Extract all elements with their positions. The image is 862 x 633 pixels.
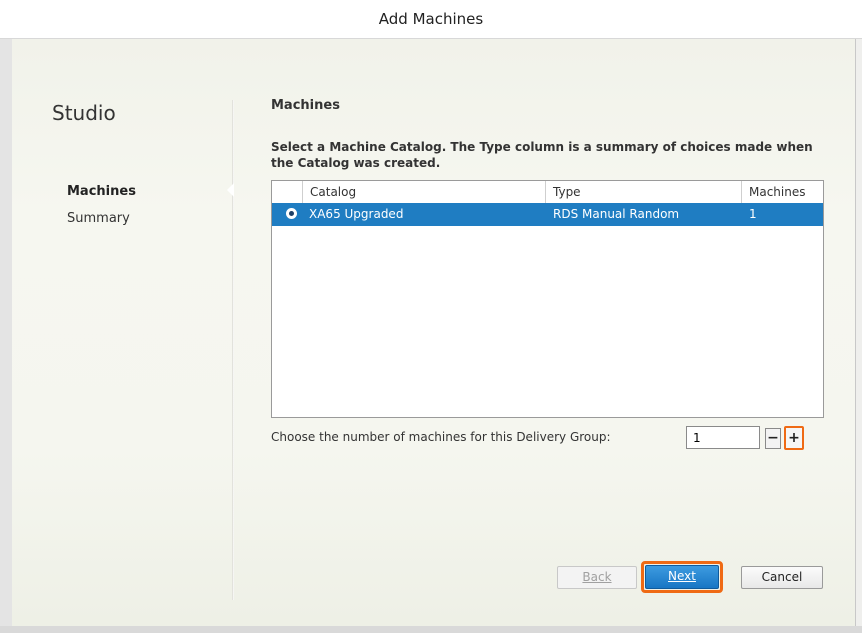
section-title: Machines <box>271 98 340 113</box>
decrement-button[interactable]: − <box>765 428 781 449</box>
table-header: Catalog Type Machines <box>272 181 823 204</box>
column-header-select <box>272 181 302 203</box>
cell-type: RDS Manual Random <box>553 207 680 221</box>
window-title: Add Machines <box>378 10 484 28</box>
machine-count-label: Choose the number of machines for this D… <box>271 430 611 444</box>
back-button[interactable]: Back <box>557 566 637 589</box>
add-machines-window: Add Machines Studio Machines Summary Mac… <box>0 0 862 633</box>
cell-catalog: XA65 Upgraded <box>309 207 404 221</box>
machine-count-input[interactable] <box>686 426 760 449</box>
studio-heading: Studio <box>52 101 116 125</box>
next-button[interactable]: Next <box>645 565 719 589</box>
title-bar: Add Machines <box>0 0 862 39</box>
nav-item-summary[interactable]: Summary <box>67 211 130 226</box>
column-header-machines[interactable]: Machines <box>741 181 823 203</box>
row-radio-button[interactable] <box>286 208 297 219</box>
column-header-catalog[interactable]: Catalog <box>302 181 545 203</box>
nav-divider <box>232 100 234 600</box>
increment-button[interactable]: + <box>784 426 804 450</box>
cancel-button[interactable]: Cancel <box>741 566 823 589</box>
catalog-table: Catalog Type Machines XA65 Upgraded RDS … <box>271 180 824 418</box>
window-left-edge <box>0 39 12 626</box>
table-row[interactable]: XA65 Upgraded RDS Manual Random 1 <box>272 203 823 226</box>
cell-machines: 1 <box>749 207 757 221</box>
nav-item-machines[interactable]: Machines <box>67 184 136 199</box>
window-bottom-edge <box>0 626 862 633</box>
radio-selected-dot <box>289 211 294 216</box>
column-header-type[interactable]: Type <box>545 181 741 203</box>
instructions-text: Select a Machine Catalog. The Type colum… <box>271 140 813 170</box>
nav-active-pointer <box>227 183 234 197</box>
